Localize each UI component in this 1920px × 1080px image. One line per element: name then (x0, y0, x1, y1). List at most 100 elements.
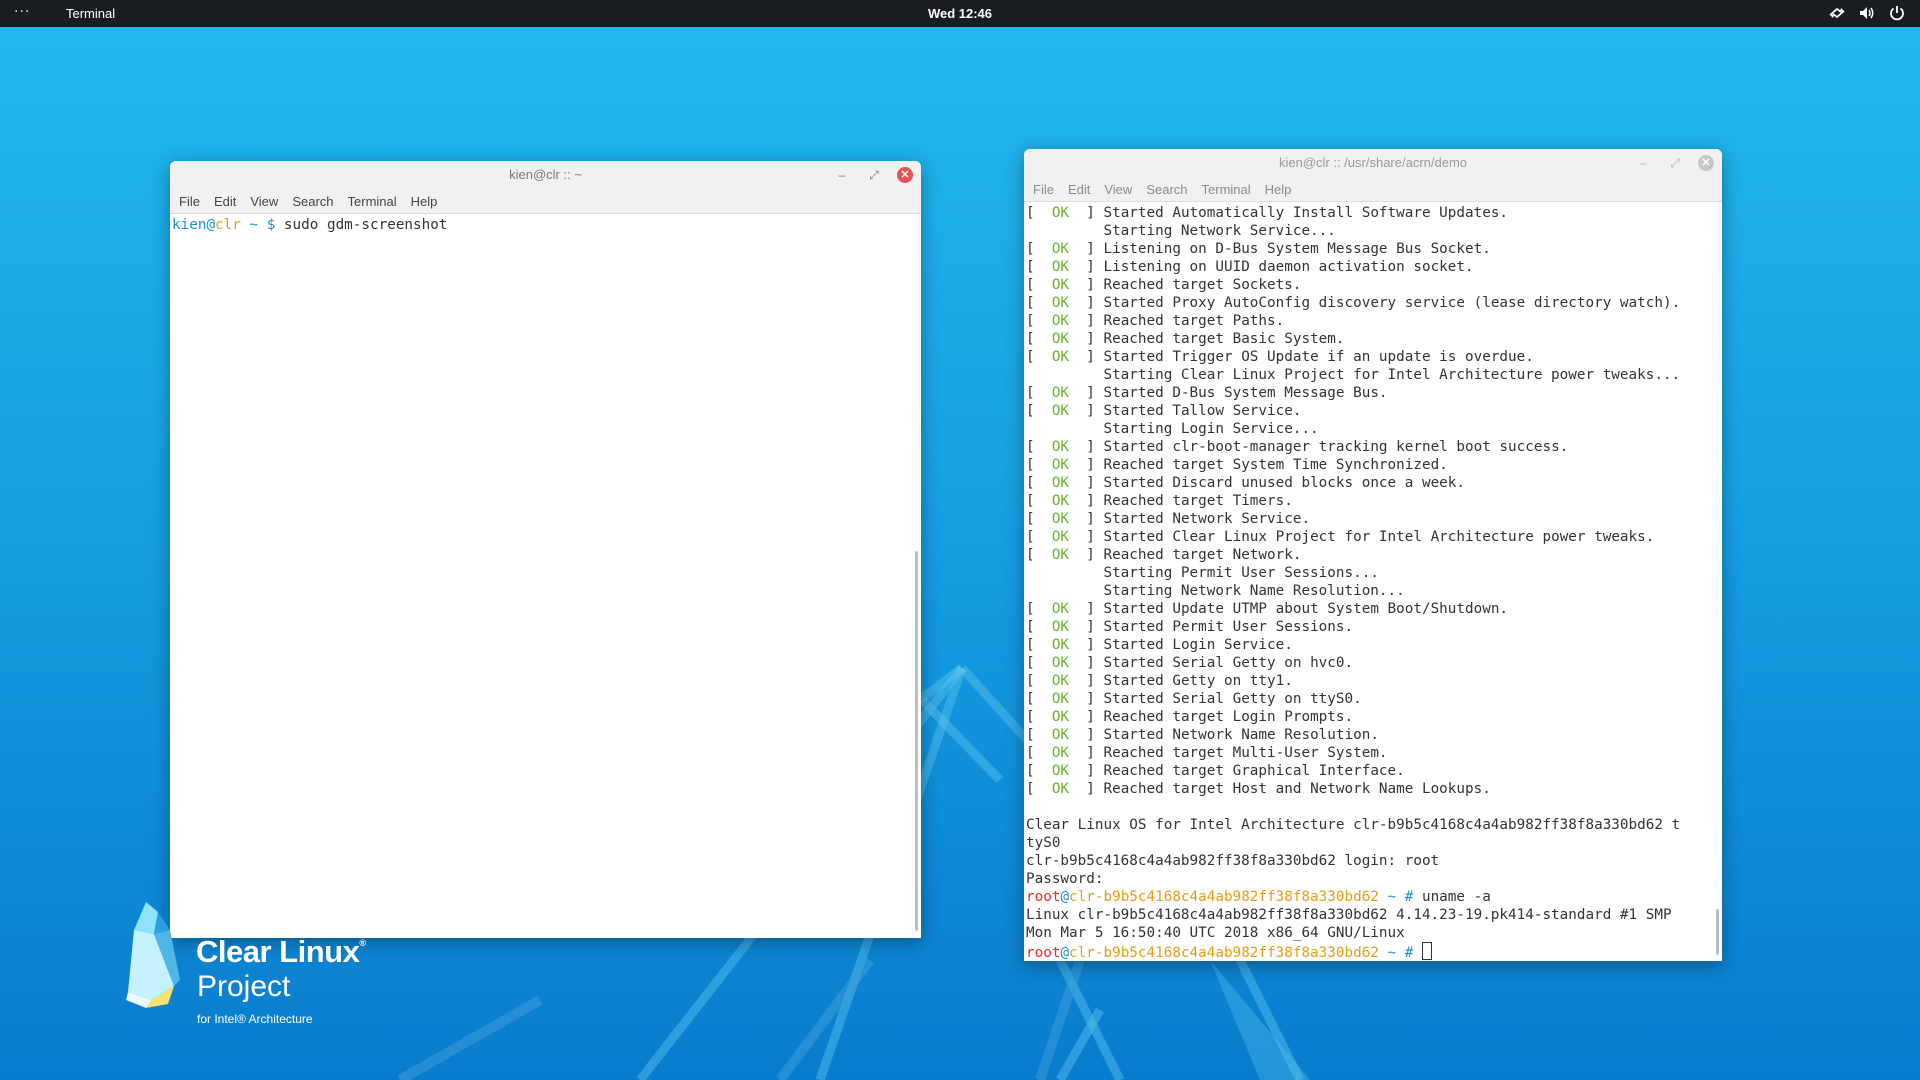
prompt-host: clr-b9b5c4168c4a4ab982ff38f8a330bd62 (1069, 889, 1379, 905)
power-icon[interactable] (1888, 4, 1906, 22)
minimize-button[interactable]: – (833, 166, 851, 184)
ok-status: OK (1051, 331, 1070, 347)
menu-edit[interactable]: Edit (209, 189, 245, 213)
maximize-button[interactable]: ⤢ (865, 166, 883, 184)
boot-message: Started Automatically Install Software U… (1103, 205, 1509, 221)
boot-message: Starting Network Name Resolution... (1103, 583, 1405, 599)
menu-help[interactable]: Help (406, 189, 447, 213)
boot-message: Reached target Graphical Interface. (1103, 763, 1405, 779)
boot-line: [ OK ] Reached target Timers. (1026, 493, 1293, 509)
maximize-button[interactable]: ⤢ (1666, 154, 1684, 172)
boot-message: Started Proxy AutoConfig discovery servi… (1103, 295, 1681, 311)
terminal-line: tyS0 (1026, 835, 1061, 851)
close-button[interactable]: ✕ (897, 167, 913, 183)
ok-status: OK (1051, 529, 1070, 545)
logo-reg: ® (359, 938, 366, 948)
boot-line: [ OK ] Reached target Network. (1026, 547, 1302, 563)
prompt-at: @ (1060, 945, 1070, 961)
ok-status: OK (1051, 781, 1070, 797)
scrollbar-thumb[interactable] (1716, 909, 1719, 955)
menu-terminal[interactable]: Terminal (1197, 177, 1260, 201)
boot-line: Starting Permit User Sessions... (1026, 564, 1720, 582)
system-tray[interactable] (1828, 4, 1906, 22)
ok-status: OK (1051, 439, 1070, 455)
boot-line: Starting Clear Linux Project for Intel A… (1026, 366, 1720, 384)
prompt-user: root (1026, 889, 1061, 905)
terminal-line: clr-b9b5c4168c4a4ab982ff38f8a330bd62 log… (1026, 853, 1440, 869)
menu-help[interactable]: Help (1260, 177, 1301, 201)
window-title: kien@clr :: ~ (509, 167, 582, 182)
boot-line: Starting Network Name Resolution... (1026, 582, 1720, 600)
boot-line: [ OK ] Started Getty on tty1. (1026, 673, 1293, 689)
menu-search[interactable]: Search (1141, 177, 1196, 201)
logo-subtitle: Project (197, 970, 291, 1003)
clock[interactable]: Wed 12:46 (928, 6, 992, 21)
boot-message: Listening on D-Bus System Message Bus So… (1103, 241, 1491, 257)
prompt-path: ~ $ (240, 217, 284, 233)
menu-file[interactable]: File (174, 189, 209, 213)
boot-message: Started Clear Linux Project for Intel Ar… (1103, 529, 1655, 545)
boot-message: Starting Permit User Sessions... (1103, 565, 1379, 581)
ok-status: OK (1051, 241, 1070, 257)
ok-status: OK (1051, 637, 1070, 653)
app-menu[interactable]: Terminal (66, 6, 115, 21)
boot-line: [ OK ] Started Serial Getty on hvc0. (1026, 655, 1354, 671)
terminal-output[interactable]: [ OK ] Started Automatically Install Sof… (1024, 202, 1722, 961)
boot-line: [ OK ] Listening on D-Bus System Message… (1026, 241, 1491, 257)
menu-edit[interactable]: Edit (1063, 177, 1099, 201)
prompt-user: kien (172, 217, 207, 233)
text-cursor (1421, 942, 1432, 960)
ok-status: OK (1051, 403, 1070, 419)
boot-line: [ OK ] Started D-Bus System Message Bus. (1026, 385, 1388, 401)
boot-message: Starting Network Service... (1103, 223, 1336, 239)
scrollbar-thumb[interactable] (915, 551, 918, 931)
boot-line: [ OK ] Started Proxy AutoConfig discover… (1026, 295, 1681, 311)
boot-line: [ OK ] Reached target System Time Synchr… (1026, 457, 1448, 473)
boot-line: [ OK ] Reached target Login Prompts. (1026, 709, 1354, 725)
ok-status: OK (1051, 691, 1070, 707)
boot-line: [ OK ] Started Permit User Sessions. (1026, 619, 1354, 635)
boot-line: [ OK ] Started Network Service. (1026, 511, 1311, 527)
boot-line: [ OK ] Started Network Name Resolution. (1026, 727, 1379, 743)
volume-icon[interactable] (1858, 4, 1876, 22)
boot-line: Starting Login Service... (1026, 420, 1720, 438)
menu-search[interactable]: Search (287, 189, 342, 213)
terminal-output[interactable]: kien@clr ~ $ sudo gdm-screenshot (170, 214, 921, 938)
ok-status: OK (1051, 763, 1070, 779)
prompt-at: @ (1060, 889, 1070, 905)
terminal-window-home[interactable]: kien@clr :: ~ – ⤢ ✕ File Edit View Searc… (170, 161, 921, 938)
ok-status: OK (1051, 511, 1070, 527)
boot-message: Starting Login Service... (1103, 421, 1319, 437)
prompt-path: ~ # (1378, 889, 1422, 905)
logo-tagline: for Intel® Architecture (197, 1012, 313, 1026)
boot-message: Started Getty on tty1. (1103, 673, 1293, 689)
command-text: uname -a (1421, 889, 1491, 905)
boot-line: [ OK ] Reached target Multi-User System. (1026, 745, 1388, 761)
boot-message: Reached target Sockets. (1103, 277, 1302, 293)
terminal-line: Clear Linux OS for Intel Architecture cl… (1026, 817, 1681, 833)
terminal-window-acrn-demo[interactable]: kien@clr :: /usr/share/acrn/demo – ⤢ ✕ F… (1024, 149, 1722, 961)
boot-message: Listening on UUID daemon activation sock… (1103, 259, 1474, 275)
window-titlebar[interactable]: kien@clr :: ~ – ⤢ ✕ (170, 161, 921, 189)
menu-view[interactable]: View (1099, 177, 1141, 201)
top-panel: ··· Terminal Wed 12:46 (0, 0, 1920, 27)
menu-file[interactable]: File (1028, 177, 1063, 201)
terminal-line: Password: (1026, 871, 1104, 887)
boot-line: [ OK ] Started Trigger OS Update if an u… (1026, 349, 1534, 365)
menu-terminal[interactable]: Terminal (343, 189, 406, 213)
boot-message: Reached target Login Prompts. (1103, 709, 1354, 725)
boot-message: Started Serial Getty on ttyS0. (1103, 691, 1362, 707)
ok-status: OK (1051, 745, 1070, 761)
ok-status: OK (1051, 349, 1070, 365)
window-titlebar[interactable]: kien@clr :: /usr/share/acrn/demo – ⤢ ✕ (1024, 149, 1722, 177)
activities-button[interactable]: ··· (14, 4, 30, 20)
menu-view[interactable]: View (245, 189, 287, 213)
boot-message: Reached target Host and Network Name Loo… (1103, 781, 1491, 797)
close-button[interactable]: ✕ (1698, 155, 1714, 171)
network-icon[interactable] (1828, 4, 1846, 22)
boot-line: Starting Network Service... (1026, 222, 1720, 240)
menubar: File Edit View Search Terminal Help (1024, 177, 1722, 202)
boot-line: [ OK ] Started Automatically Install Sof… (1026, 205, 1509, 221)
minimize-button[interactable]: – (1634, 154, 1652, 172)
